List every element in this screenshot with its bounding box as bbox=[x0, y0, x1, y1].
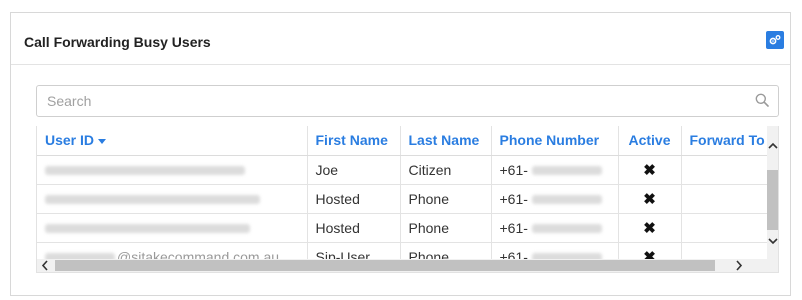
inactive-x-icon: ✖ bbox=[643, 190, 656, 208]
cell-last-name: Phone bbox=[400, 213, 492, 243]
cell-phone-number: +61- bbox=[491, 213, 619, 243]
cell-first-name: Hosted bbox=[307, 184, 401, 214]
column-header-active[interactable]: Active bbox=[618, 126, 682, 156]
cell-user-id bbox=[37, 155, 308, 185]
search-box bbox=[36, 85, 779, 117]
scroll-right-icon[interactable] bbox=[735, 260, 743, 271]
inactive-x-icon: ✖ bbox=[643, 161, 656, 179]
gears-icon bbox=[769, 35, 781, 45]
column-label-last-name: Last Name bbox=[408, 132, 480, 149]
cell-user-id bbox=[37, 184, 308, 214]
column-header-last-name[interactable]: Last Name bbox=[400, 126, 492, 156]
panel-header: Call Forwarding Busy Users bbox=[11, 13, 790, 65]
cell-forward-to bbox=[681, 155, 774, 185]
column-label-phone-number: Phone Number bbox=[499, 132, 600, 149]
column-header-forward-to[interactable]: Forward To bbox=[681, 126, 774, 156]
cell-phone-number: +61- bbox=[491, 184, 619, 214]
cell-user-id bbox=[37, 213, 308, 243]
cell-active: ✖ bbox=[618, 155, 682, 185]
settings-button[interactable] bbox=[766, 31, 784, 49]
redacted-text bbox=[531, 195, 602, 205]
inactive-x-icon: ✖ bbox=[643, 219, 656, 237]
sort-descending-icon bbox=[98, 139, 107, 145]
redacted-text bbox=[45, 224, 250, 234]
table-row[interactable]: Joe Citizen +61- ✖ bbox=[37, 155, 774, 185]
horizontal-scrollbar[interactable] bbox=[37, 259, 778, 272]
column-header-phone-number[interactable]: Phone Number bbox=[491, 126, 619, 156]
column-label-forward-to: Forward To bbox=[689, 132, 765, 149]
cell-last-name: Citizen bbox=[400, 155, 492, 185]
users-table: User ID First Name Last Name Phone Numbe… bbox=[37, 126, 774, 272]
column-header-first-name[interactable]: First Name bbox=[307, 126, 401, 156]
cell-last-name: Phone bbox=[400, 184, 492, 214]
redacted-text bbox=[45, 166, 245, 176]
horizontal-scroll-thumb[interactable] bbox=[55, 260, 715, 271]
column-label-active: Active bbox=[628, 132, 671, 149]
vertical-scrollbar[interactable] bbox=[767, 126, 778, 259]
cell-active: ✖ bbox=[618, 213, 682, 243]
vertical-scroll-thumb[interactable] bbox=[767, 170, 778, 230]
search-icon[interactable] bbox=[755, 93, 769, 107]
cell-first-name: Joe bbox=[307, 155, 401, 185]
panel-title: Call Forwarding Busy Users bbox=[24, 34, 211, 50]
column-label-first-name: First Name bbox=[315, 132, 388, 149]
cell-active: ✖ bbox=[618, 184, 682, 214]
cell-first-name: Hosted bbox=[307, 213, 401, 243]
scroll-down-icon[interactable] bbox=[768, 237, 778, 245]
search-input[interactable] bbox=[37, 86, 757, 116]
redacted-text bbox=[531, 224, 602, 234]
scroll-left-icon[interactable] bbox=[41, 260, 49, 271]
redacted-text bbox=[45, 195, 260, 205]
column-label-user-id: User ID bbox=[45, 132, 95, 149]
scroll-up-icon[interactable] bbox=[768, 142, 778, 150]
cell-forward-to bbox=[681, 184, 774, 214]
users-table-container: User ID First Name Last Name Phone Numbe… bbox=[36, 126, 779, 273]
cell-forward-to bbox=[681, 213, 774, 243]
table-row[interactable]: Hosted Phone +61- ✖ bbox=[37, 184, 774, 214]
column-header-user-id[interactable]: User ID bbox=[37, 126, 308, 156]
redacted-text bbox=[531, 166, 602, 176]
cell-phone-number: +61- bbox=[491, 155, 619, 185]
call-forwarding-busy-users-panel: Call Forwarding Busy Users Search User I… bbox=[10, 12, 791, 296]
table-header-row: User ID First Name Last Name Phone Numbe… bbox=[37, 126, 774, 156]
table-row[interactable]: Hosted Phone +61- ✖ bbox=[37, 213, 774, 243]
